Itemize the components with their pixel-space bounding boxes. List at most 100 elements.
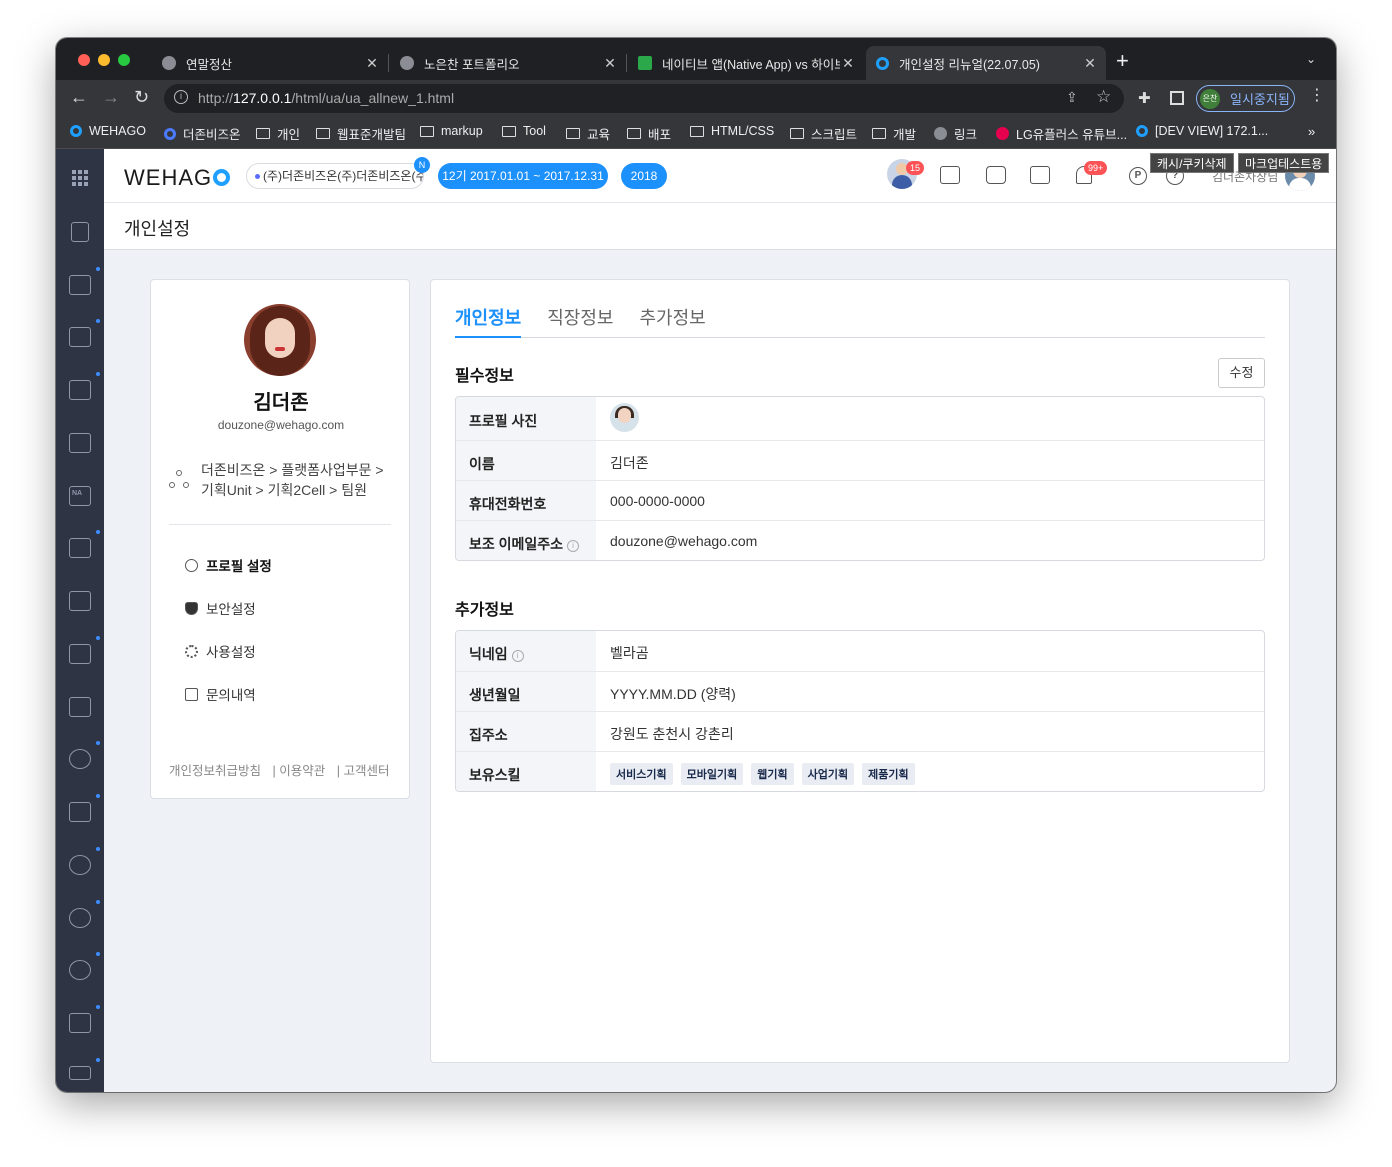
clear-cache-button[interactable]: 캐시/쿠키삭제 xyxy=(1150,153,1234,173)
profile-status: 일시중지됨 xyxy=(1230,92,1290,107)
url-text[interactable]: http://127.0.0.1/html/ua/ua_allnew_1.htm… xyxy=(198,90,454,106)
skill-tag: 서비스기획 xyxy=(610,763,673,785)
list-icon xyxy=(185,687,198,701)
notes-icon[interactable] xyxy=(1030,166,1050,184)
close-tab-icon[interactable]: ✕ xyxy=(840,55,856,72)
bookmark-folder[interactable]: 교육 xyxy=(566,124,610,143)
bookmark-folder[interactable]: 스크립트 xyxy=(790,124,857,143)
top-header: WEHAG (주)더존비즈온(주)더존비즈온(주)더존비즈온 N 12기 201… xyxy=(104,149,1336,203)
bookmark-folder[interactable]: 배포 xyxy=(627,124,671,143)
more-bookmarks-button[interactable]: » xyxy=(1308,124,1315,139)
tax-icon[interactable] xyxy=(69,372,100,400)
detail-card: 개인정보 직장정보 추가정보 필수정보 수정 프로필 사진 이름 김더존 휴대전화번… xyxy=(430,279,1290,1063)
year-button[interactable]: 2018 xyxy=(621,163,667,189)
menu-usage-settings[interactable]: 사용설정 xyxy=(185,641,256,661)
v-favicon-icon xyxy=(638,56,652,70)
share-icon[interactable]: ⇪ xyxy=(1066,89,1078,106)
monitor-icon[interactable] xyxy=(69,1005,100,1033)
browser-tab-active[interactable]: 개인설정 리뉴얼(22.07.05) ✕ xyxy=(866,46,1106,80)
back-icon[interactable]: ← xyxy=(70,88,88,106)
messenger-icon[interactable] xyxy=(986,166,1006,184)
bookmark-folder[interactable]: 웹표준개발팀 xyxy=(316,124,406,143)
site-info-icon[interactable]: i xyxy=(174,90,188,104)
bookmark-item[interactable]: WEHAGO xyxy=(70,124,146,138)
close-window-button[interactable] xyxy=(78,54,90,66)
browser-menu-icon[interactable]: ⋮ xyxy=(1309,88,1325,104)
wehago-favicon-icon xyxy=(876,56,889,70)
address-bar[interactable]: i http://127.0.0.1/html/ua/ua_allnew_1.h… xyxy=(164,84,1124,113)
bookmark-folder[interactable]: markup xyxy=(420,124,483,138)
approval-icon[interactable] xyxy=(69,591,91,611)
tab-title: 노은찬 포트폴리오 xyxy=(424,57,520,72)
sms-icon[interactable] xyxy=(69,847,100,875)
bookmark-folder[interactable]: Tool xyxy=(502,124,546,138)
menu-inquiries[interactable]: 문의내역 xyxy=(185,684,256,704)
user-search-icon[interactable] xyxy=(69,952,100,980)
profile-thumbnail[interactable] xyxy=(610,403,639,432)
document-icon[interactable] xyxy=(69,636,100,664)
globe-icon xyxy=(934,127,947,140)
info-icon[interactable]: i xyxy=(511,650,524,662)
minimize-window-button[interactable] xyxy=(98,54,110,66)
settings-doc-icon[interactable] xyxy=(69,697,91,717)
browser-tab[interactable]: 네이티브 앱(Native App) vs 하이브 ✕ xyxy=(628,46,864,80)
support-link[interactable]: | 고객센터 xyxy=(337,764,390,778)
skill-tag: 웹기획 xyxy=(751,763,794,785)
security-icon[interactable] xyxy=(69,794,100,822)
www-icon[interactable] xyxy=(69,741,100,769)
menu-profile-settings[interactable]: 프로필 설정 xyxy=(185,555,272,575)
side-panel-icon[interactable] xyxy=(1170,91,1184,105)
bookmark-folder[interactable]: 개인 xyxy=(256,124,300,143)
markup-test-button[interactable]: 마크업테스트용 xyxy=(1238,153,1330,173)
bookmark-item[interactable]: LG유플러스 유튜브... xyxy=(996,124,1127,143)
wehago-logo[interactable]: WEHAG xyxy=(124,165,231,191)
close-tab-icon[interactable]: ✕ xyxy=(602,55,618,72)
terms-link[interactable]: | 이용약관 xyxy=(273,764,326,778)
point-icon[interactable]: P xyxy=(1129,167,1147,185)
douzone-icon xyxy=(164,127,176,140)
privacy-policy-link[interactable]: 개인정보취급방침 xyxy=(169,764,261,778)
fiscal-period-button[interactable]: 12기 2017.01.01 ~ 2017.12.31 xyxy=(438,163,608,189)
tab-search-icon[interactable]: ⌄ xyxy=(1306,52,1316,66)
close-tab-icon[interactable]: ✕ xyxy=(364,55,380,72)
user-settings-icon[interactable] xyxy=(69,900,100,928)
bookmark-star-icon[interactable]: ☆ xyxy=(1096,87,1111,107)
bookmark-folder[interactable]: 개발 xyxy=(872,124,916,143)
bookmark-item[interactable]: [DEV VIEW] 172.1... xyxy=(1136,124,1268,138)
finance-icon[interactable] xyxy=(69,433,91,453)
report-icon[interactable] xyxy=(69,530,100,558)
menu-security-settings[interactable]: 보안설정 xyxy=(185,598,256,618)
tab-work-info[interactable]: 직장정보 xyxy=(547,304,613,338)
folder-icon xyxy=(690,125,704,137)
video-call-icon[interactable] xyxy=(940,166,960,184)
new-tab-button[interactable]: + xyxy=(1116,50,1129,72)
table-row: 휴대전화번호 000-0000-0000 xyxy=(456,480,1264,520)
profile-button[interactable]: 은찬 일시중지됨 xyxy=(1196,85,1295,112)
row-label: 보유스킬 xyxy=(456,752,596,791)
skill-tag: 제품기획 xyxy=(862,763,915,785)
info-icon[interactable]: i xyxy=(567,540,580,552)
close-tab-icon[interactable]: ✕ xyxy=(1082,55,1098,72)
bookmark-item[interactable]: 더존비즈온 xyxy=(164,124,241,143)
tab-extra-info[interactable]: 추가정보 xyxy=(640,304,706,338)
profile-email: douzone@wehago.com xyxy=(217,418,345,432)
store-icon[interactable] xyxy=(69,1058,100,1080)
edit-button[interactable]: 수정 xyxy=(1218,358,1265,388)
bookmark-item[interactable]: 링크 xyxy=(934,124,977,143)
reload-icon[interactable]: ↻ xyxy=(134,88,149,106)
row-label: 휴대전화번호 xyxy=(456,481,596,520)
bookmark-folder[interactable]: HTML/CSS xyxy=(690,124,774,138)
payroll-icon[interactable] xyxy=(69,319,100,347)
tab-personal-info[interactable]: 개인정보 xyxy=(455,304,522,338)
section-title: 추가정보 xyxy=(455,602,514,619)
browser-tab[interactable]: 연말정산 ✕ xyxy=(152,46,389,80)
company-selector[interactable]: (주)더존비즈온(주)더존비즈온(주)더존비즈온 xyxy=(246,163,424,189)
browser-tab[interactable]: 노은찬 포트폴리오 ✕ xyxy=(390,46,627,80)
na-icon[interactable]: NA xyxy=(69,486,91,506)
ledger-icon[interactable] xyxy=(71,222,89,242)
forward-icon[interactable]: → xyxy=(102,88,120,106)
accounting-icon[interactable] xyxy=(69,267,100,295)
apps-grid-icon[interactable] xyxy=(72,170,88,186)
zoom-window-button[interactable] xyxy=(118,54,130,66)
extensions-icon[interactable]: ✚ xyxy=(1138,89,1151,107)
